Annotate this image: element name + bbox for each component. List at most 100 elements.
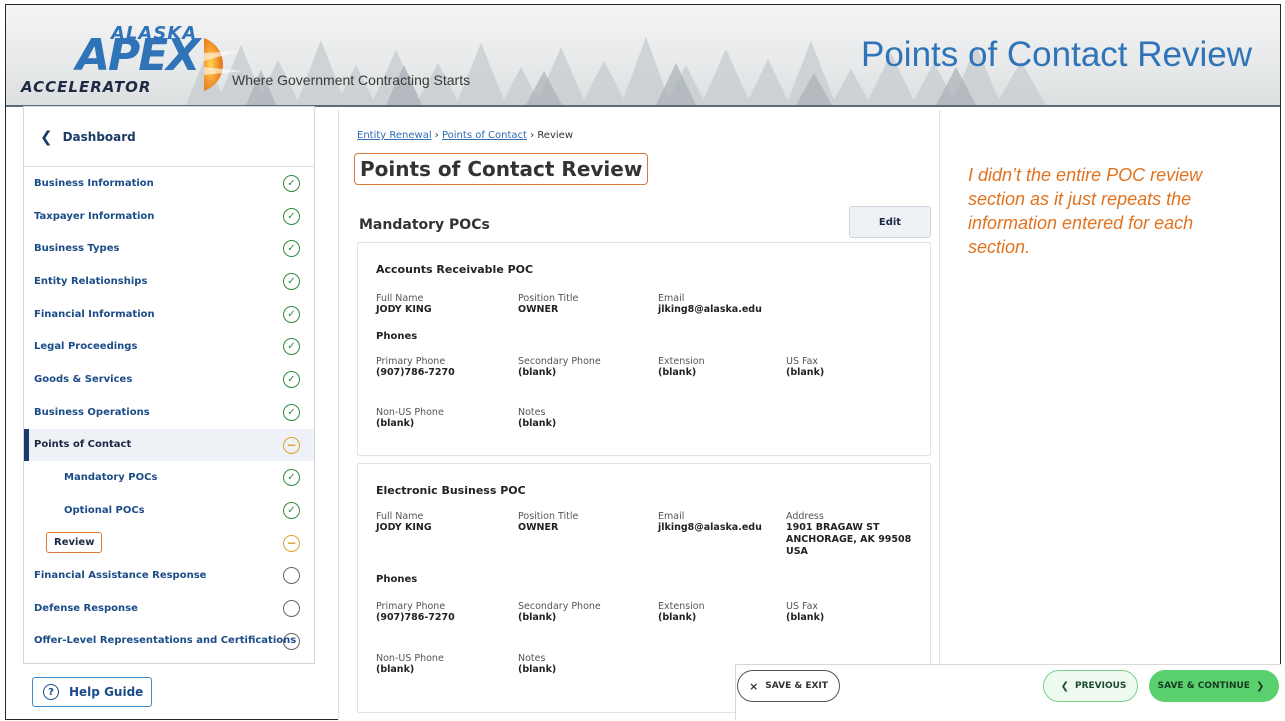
field-value: jlking8@alaska.edu — [658, 522, 762, 533]
address-line: 1901 BRAGAW ST — [786, 522, 880, 533]
breadcrumb-separator: › — [434, 130, 439, 141]
breadcrumb-entity-renewal[interactable]: Entity Renewal — [357, 130, 432, 141]
primary-phone-field: Primary Phone (907)786-7270 — [376, 601, 455, 624]
page-title: Points of Contact Review — [354, 153, 649, 185]
field-label: Secondary Phone — [518, 601, 601, 612]
non-us-phone-field: Non-US Phone (blank) — [376, 407, 444, 430]
phones-heading: Phones — [376, 574, 418, 585]
save-exit-button[interactable]: × SAVE & EXIT — [737, 670, 840, 702]
field-value: JODY KING — [376, 304, 432, 315]
save-continue-label: SAVE & CONTINUE — [1157, 681, 1250, 691]
secondary-phone-field: Secondary Phone (blank) — [518, 356, 601, 379]
sidebar-item-label: Goods & Services — [34, 373, 133, 385]
sidebar-item-label: Financial Information — [34, 308, 155, 320]
previous-label: PREVIOUS — [1074, 681, 1127, 691]
email-field: Email jlking8@alaska.edu — [658, 511, 762, 534]
breadcrumb: Entity Renewal › Points of Contact › Rev… — [357, 130, 573, 141]
check-circle-icon: ✓ — [283, 338, 300, 356]
accounts-receivable-poc-card: Accounts Receivable POC Full Name JODY K… — [357, 242, 931, 456]
sidebar-item-label: Business Information — [34, 177, 154, 189]
card-title: Electronic Business POC — [376, 484, 526, 497]
field-label: Primary Phone — [376, 601, 446, 612]
in-progress-icon: − — [283, 534, 300, 552]
previous-button[interactable]: ❮ PREVIOUS — [1043, 670, 1138, 702]
sidebar-nav: Business Information ✓ Taxpayer Informat… — [24, 167, 314, 657]
chevron-left-icon: ❮ — [40, 127, 53, 146]
sidebar-item-mandatory-pocs[interactable]: Mandatory POCs ✓ — [24, 461, 314, 494]
save-continue-button[interactable]: SAVE & CONTINUE ❯ — [1149, 670, 1279, 702]
sidebar-item-review[interactable]: Review − — [24, 527, 314, 560]
field-value: (blank) — [658, 367, 697, 378]
sidebar-item-business-information[interactable]: Business Information ✓ — [24, 167, 314, 200]
field-label: US Fax — [786, 601, 819, 612]
extension-field: Extension (blank) — [658, 601, 705, 624]
email-field: Email jlking8@alaska.edu — [658, 293, 762, 316]
sidebar-item-defense-response[interactable]: Defense Response — [24, 592, 314, 625]
breadcrumb-points-of-contact[interactable]: Points of Contact — [442, 130, 527, 141]
sidebar-item-goods-services[interactable]: Goods & Services ✓ — [24, 363, 314, 396]
empty-circle-icon — [283, 632, 300, 650]
help-guide-button[interactable]: ? Help Guide — [32, 677, 152, 707]
breadcrumb-separator: › — [530, 130, 535, 141]
field-label: Non-US Phone — [376, 407, 444, 418]
annotation-note: I didn’t the entire POC review section a… — [968, 165, 1203, 257]
sidebar-item-business-operations[interactable]: Business Operations ✓ — [24, 396, 314, 429]
check-circle-icon: ✓ — [283, 469, 300, 487]
sidebar-item-financial-assistance-response[interactable]: Financial Assistance Response — [24, 559, 314, 592]
phones-heading: Phones — [376, 331, 418, 342]
extension-field: Extension (blank) — [658, 356, 705, 379]
dashboard-link[interactable]: ❮ Dashboard — [24, 107, 314, 167]
primary-phone-field: Primary Phone (907)786-7270 — [376, 356, 455, 379]
sidebar-item-business-types[interactable]: Business Types ✓ — [24, 232, 314, 265]
field-value: (blank) — [518, 612, 557, 623]
sidebar-item-label: Mandatory POCs — [64, 472, 158, 484]
sidebar-item-entity-relationships[interactable]: Entity Relationships ✓ — [24, 265, 314, 298]
help-guide-label: Help Guide — [69, 685, 144, 699]
sidebar-item-points-of-contact[interactable]: Points of Contact − — [24, 428, 314, 462]
sidebar-item-financial-information[interactable]: Financial Information ✓ — [24, 298, 314, 331]
field-value: (blank) — [518, 418, 557, 429]
notes-field: Notes (blank) — [518, 653, 556, 676]
field-value: (blank) — [518, 664, 557, 675]
check-circle-icon: ✓ — [283, 207, 300, 225]
check-circle-icon: ✓ — [283, 371, 300, 389]
sidebar-item-offer-level-representations[interactable]: Offer-Level Representations and Certific… — [24, 625, 314, 658]
non-us-phone-field: Non-US Phone (blank) — [376, 653, 444, 676]
sidebar: ❮ Dashboard Business Information ✓ Taxpa… — [23, 106, 315, 664]
card-title: Accounts Receivable POC — [376, 263, 534, 276]
logo-text-accelerator: ACCELERATOR — [21, 78, 152, 96]
question-icon: ? — [43, 684, 59, 700]
position-title-field: Position Title OWNER — [518, 511, 578, 534]
field-label: Email — [658, 293, 685, 304]
chevron-left-icon: ❮ — [1060, 680, 1069, 692]
field-label: Full Name — [376, 293, 424, 304]
full-name-field: Full Name JODY KING — [376, 511, 432, 534]
field-value: (blank) — [658, 612, 697, 623]
edit-button[interactable]: Edit — [849, 206, 931, 238]
section-title: Mandatory POCs — [359, 217, 490, 233]
sidebar-item-label: Optional POCs — [64, 504, 145, 516]
sidebar-item-optional-pocs[interactable]: Optional POCs ✓ — [24, 494, 314, 527]
dashboard-label: Dashboard — [62, 129, 136, 144]
field-label: Email — [658, 511, 685, 522]
chevron-right-icon: ❯ — [1255, 680, 1265, 692]
sidebar-item-legal-proceedings[interactable]: Legal Proceedings ✓ — [24, 330, 314, 363]
banner: ALASKA APEX ACCELERATOR Where Government… — [6, 5, 1280, 105]
field-label: Primary Phone — [376, 356, 446, 367]
field-label: Extension — [658, 356, 705, 367]
address-field: Address 1901 BRAGAW ST ANCHORAGE, AK 995… — [786, 511, 911, 558]
field-label: Extension — [658, 601, 705, 612]
address-line: ANCHORAGE, AK 99508 — [786, 534, 912, 545]
field-label: Notes — [518, 653, 546, 664]
sidebar-item-label: Offer-Level Representations and Certific… — [34, 635, 297, 647]
sidebar-item-taxpayer-information[interactable]: Taxpayer Information ✓ — [24, 200, 314, 233]
sidebar-item-label: Review — [46, 532, 103, 554]
field-label: Full Name — [376, 511, 424, 522]
sidebar-item-label: Business Types — [34, 243, 120, 255]
save-exit-label: SAVE & EXIT — [765, 681, 828, 691]
check-circle-icon: ✓ — [283, 240, 300, 258]
close-icon: × — [749, 679, 759, 693]
sidebar-item-label: Business Operations — [34, 406, 150, 418]
us-fax-field: US Fax (blank) — [786, 601, 824, 624]
field-label: Position Title — [518, 293, 579, 304]
